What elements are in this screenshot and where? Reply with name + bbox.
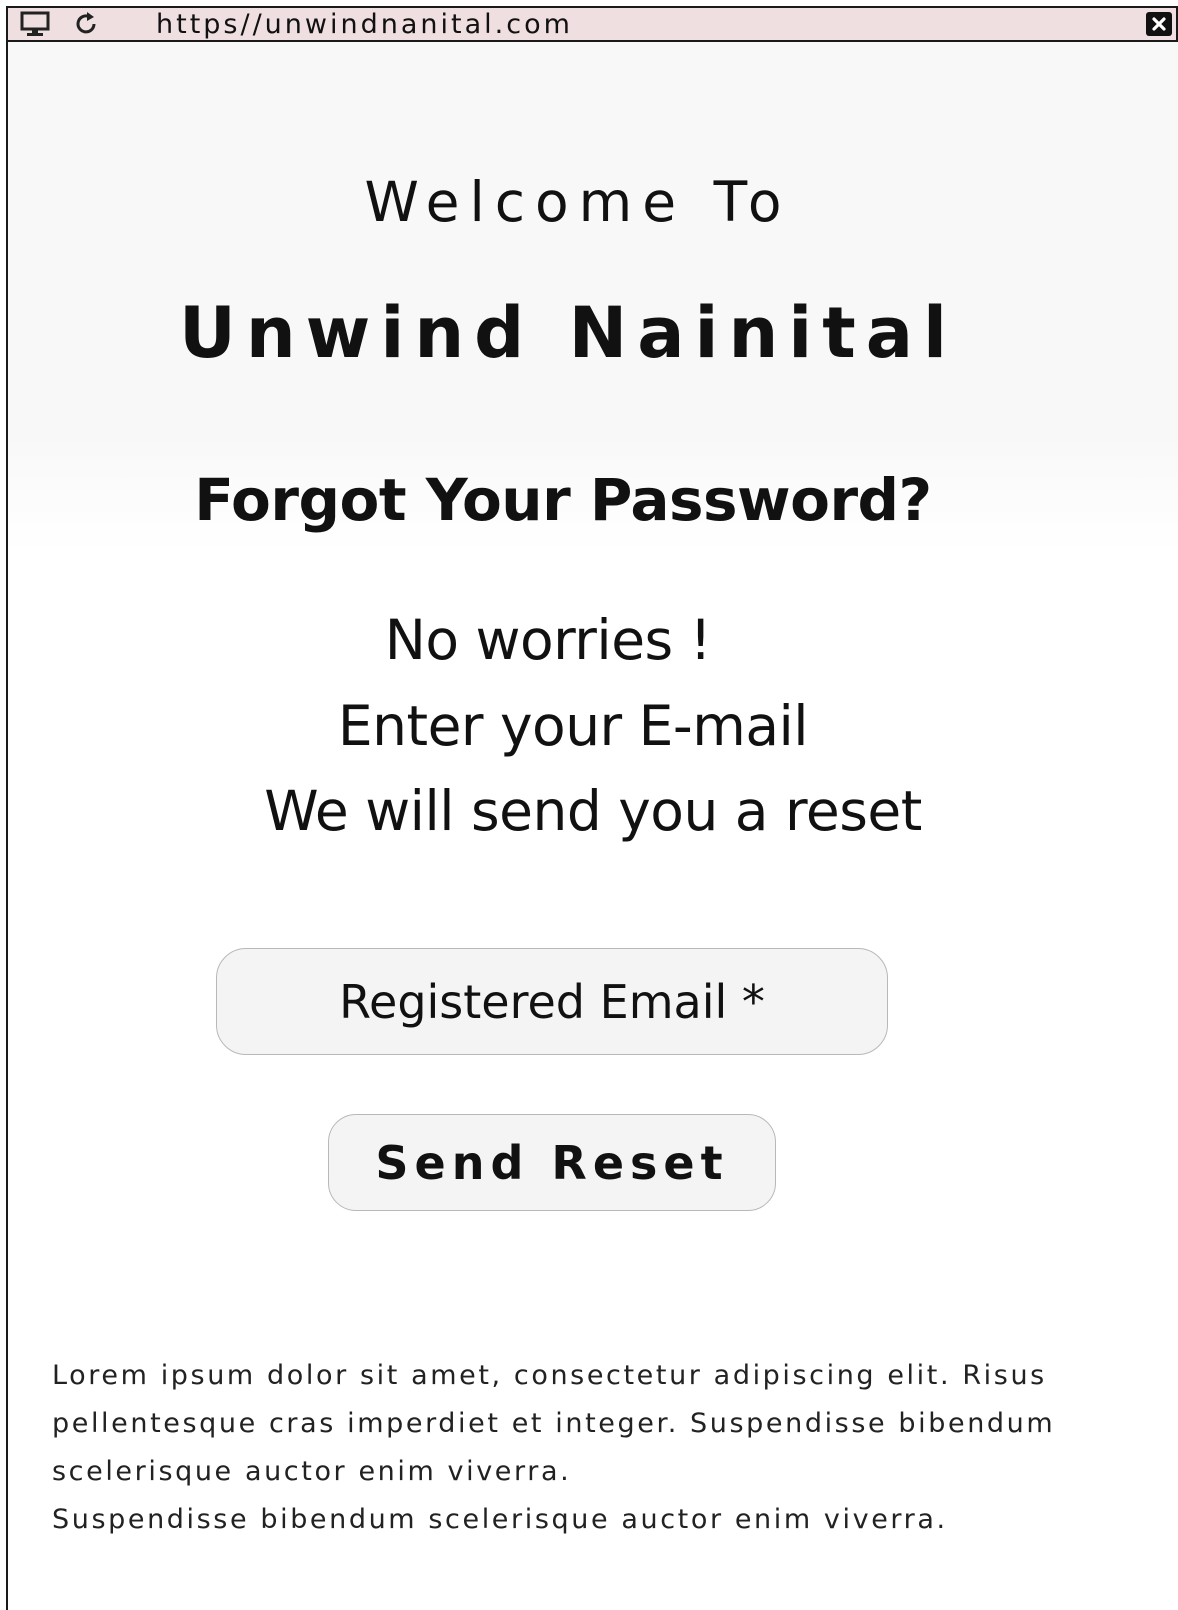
page-title: Forgot Your Password? [194, 466, 932, 534]
send-reset-button[interactable]: Send Reset [328, 1114, 776, 1211]
page-content: Welcome To Unwind Nainital Forgot Your P… [8, 42, 1178, 1610]
address-bar[interactable]: https//unwindnanital.com [156, 8, 573, 40]
welcome-text: Welcome To [364, 170, 792, 234]
message-line: Enter your E-mail [337, 694, 809, 758]
message-line: No worries ! [384, 608, 712, 672]
email-field[interactable]: Registered Email * [216, 948, 888, 1055]
browser-window: https//unwindnanital.com Welcome To Unwi… [6, 6, 1178, 1610]
email-placeholder: Registered Email * [339, 974, 765, 1029]
brand-title: Unwind Nainital [179, 292, 957, 374]
browser-toolbar: https//unwindnanital.com [8, 8, 1178, 42]
reload-icon[interactable] [70, 8, 104, 40]
footer-paragraph: Lorem ipsum dolor sit amet, consectetur … [52, 1360, 1056, 1487]
footer-text: Lorem ipsum dolor sit amet, consectetur … [52, 1352, 1162, 1544]
message-line: We will send you a reset [264, 779, 922, 843]
footer-line: Suspendisse bibendum scelerisque auctor … [52, 1504, 948, 1535]
monitor-icon[interactable] [18, 8, 52, 40]
close-icon[interactable] [1146, 12, 1172, 36]
